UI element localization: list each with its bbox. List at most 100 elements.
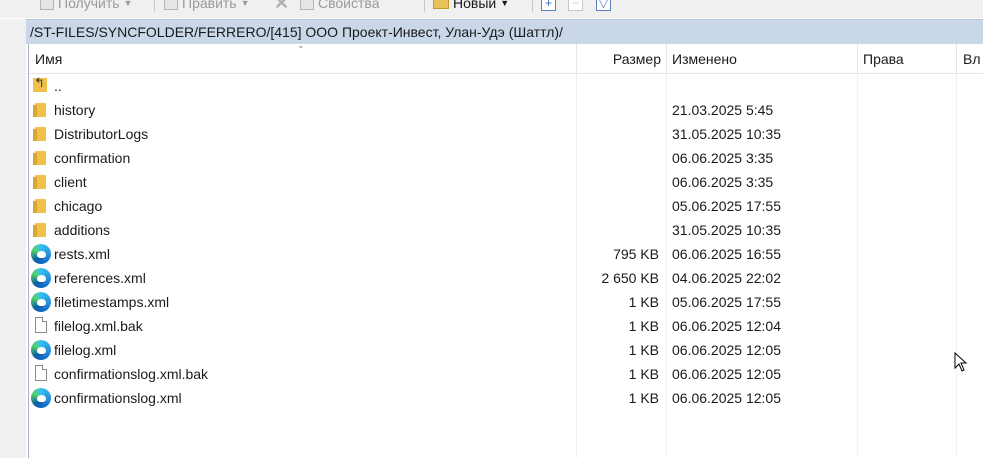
delete-button[interactable]: ✕ — [274, 0, 290, 13]
file-row[interactable]: history 21.03.2025 5:45 — [29, 98, 983, 122]
file-modified: 06.06.2025 12:05 — [672, 342, 781, 358]
edge-xml-icon — [31, 292, 51, 312]
file-size: 1 KB — [628, 318, 659, 334]
file-size: 1 KB — [628, 366, 659, 382]
remove-button[interactable]: − — [568, 0, 583, 12]
file-modified: 06.06.2025 12:04 — [672, 318, 781, 334]
download-icon — [40, 0, 54, 10]
file-modified: 06.06.2025 3:35 — [672, 150, 774, 166]
file-row[interactable]: rests.xml 795 KB 06.06.2025 16:55 — [29, 242, 983, 266]
new-button-label: Новый — [453, 0, 497, 11]
toolbar-divider — [532, 0, 533, 12]
file-name: filetimestamps.xml — [54, 294, 170, 310]
get-button-label: Получить — [58, 0, 120, 11]
file-icon — [35, 365, 47, 381]
file-row[interactable]: filelog.xml 1 KB 06.06.2025 12:05 — [29, 338, 983, 362]
file-modified: 21.03.2025 5:45 — [672, 102, 774, 118]
minus-icon: − — [568, 0, 583, 11]
column-size[interactable]: Размер — [577, 44, 661, 73]
folder-icon — [33, 175, 46, 189]
column-divider[interactable] — [857, 44, 858, 73]
toolbar-divider — [154, 0, 155, 12]
toolbar-divider — [424, 0, 425, 12]
column-modified[interactable]: Изменено — [672, 44, 737, 73]
file-row[interactable]: confirmation 06.06.2025 3:35 — [29, 146, 983, 170]
file-row[interactable]: additions 31.05.2025 10:35 — [29, 218, 983, 242]
file-size: 1 KB — [628, 294, 659, 310]
file-size: 2 650 KB — [601, 270, 659, 286]
folder-icon — [33, 103, 46, 117]
file-size — [577, 74, 659, 98]
new-button[interactable]: Новый ▼ — [433, 0, 509, 12]
column-header: Имя ⌄ Размер Изменено Права Вл — [29, 44, 983, 74]
file-modified: 04.06.2025 22:02 — [672, 270, 781, 286]
file-row[interactable]: filelog.xml.bak 1 KB 06.06.2025 12:04 — [29, 314, 983, 338]
file-size — [577, 146, 659, 170]
file-modified: 05.06.2025 17:55 — [672, 294, 781, 310]
properties-button-label: Свойства — [318, 0, 380, 11]
file-icon — [35, 317, 47, 333]
new-folder-icon — [433, 0, 449, 9]
folder-icon — [33, 151, 46, 165]
file-name: filelog.xml.bak — [54, 318, 143, 334]
file-size: 1 KB — [628, 390, 659, 406]
column-divider[interactable] — [956, 44, 957, 73]
file-size — [577, 170, 659, 194]
column-divider[interactable] — [666, 44, 667, 73]
left-panel-edge — [0, 19, 26, 458]
folder-icon — [33, 127, 46, 141]
chevron-down-icon: ▼ — [123, 0, 133, 8]
edge-xml-icon — [31, 268, 51, 288]
edge-xml-icon — [31, 244, 51, 264]
file-size: 795 KB — [613, 246, 659, 262]
file-name: chicago — [54, 198, 103, 214]
file-modified: 06.06.2025 12:05 — [672, 366, 781, 382]
edit-button-label: Править — [182, 0, 237, 11]
file-name: confirmationslog.xml — [54, 390, 182, 406]
file-modified: 31.05.2025 10:35 — [672, 126, 781, 142]
file-name: filelog.xml — [54, 342, 117, 358]
file-modified: 06.06.2025 3:35 — [672, 174, 774, 190]
current-path: /ST-FILES/SYNCFOLDER/FERRERO/[415] ООО П… — [30, 24, 563, 40]
file-row[interactable]: DistributorLogs 31.05.2025 10:35 — [29, 122, 983, 146]
file-name: additions — [54, 222, 111, 238]
file-modified: 05.06.2025 17:55 — [672, 198, 781, 214]
sort-indicator-icon: ⌄ — [297, 44, 305, 50]
column-name[interactable]: Имя — [35, 44, 62, 73]
column-rights[interactable]: Права — [863, 44, 904, 73]
column-owner[interactable]: Вл — [963, 44, 981, 73]
file-modified: 06.06.2025 16:55 — [672, 246, 781, 262]
file-row[interactable]: confirmationslog.xml.bak 1 KB 06.06.2025 1… — [29, 362, 983, 386]
file-name: client — [54, 174, 87, 190]
file-row[interactable]: references.xml 2 650 KB 04.06.2025 22:02 — [29, 266, 983, 290]
edit-button[interactable]: Править ▼ — [164, 0, 250, 12]
mouse-cursor-icon — [954, 352, 968, 372]
file-modified: 06.06.2025 12:05 — [672, 390, 781, 406]
chevron-down-icon: ▼ — [500, 0, 510, 8]
properties-button[interactable]: Свойства — [300, 0, 379, 12]
plus-icon: + — [541, 0, 556, 11]
parent-folder-icon — [33, 75, 47, 92]
file-row[interactable]: filetimestamps.xml 1 KB 05.06.2025 17:55 — [29, 290, 983, 314]
add-button[interactable]: + — [541, 0, 556, 12]
file-size — [577, 122, 659, 146]
file-name: DistributorLogs — [54, 126, 149, 142]
file-modified: 31.05.2025 10:35 — [672, 222, 781, 238]
file-size: 1 KB — [628, 342, 659, 358]
get-button[interactable]: Получить ▼ — [40, 0, 132, 12]
file-row[interactable]: .. — [29, 74, 983, 98]
path-bar[interactable]: /ST-FILES/SYNCFOLDER/FERRERO/[415] ООО П… — [26, 19, 983, 44]
file-name: confirmationslog.xml.bak — [54, 366, 209, 382]
properties-icon — [300, 0, 314, 10]
file-row[interactable]: chicago 05.06.2025 17:55 — [29, 194, 983, 218]
file-list[interactable]: Имя ⌄ Размер Изменено Права Вл .. history… — [28, 44, 983, 458]
folder-icon — [33, 223, 46, 237]
file-row[interactable]: confirmationslog.xml 1 KB 06.06.2025 12:05 — [29, 386, 983, 410]
file-row[interactable]: client 06.06.2025 3:35 — [29, 170, 983, 194]
edge-xml-icon — [31, 340, 51, 360]
filter-button[interactable]: ▽ — [596, 0, 611, 12]
edit-icon — [164, 0, 178, 10]
delete-icon: ✕ — [274, 0, 290, 13]
toolbar: Получить ▼ Править ▼ ✕ Свойства Новый ▼ … — [0, 0, 983, 18]
file-name: .. — [54, 78, 62, 94]
